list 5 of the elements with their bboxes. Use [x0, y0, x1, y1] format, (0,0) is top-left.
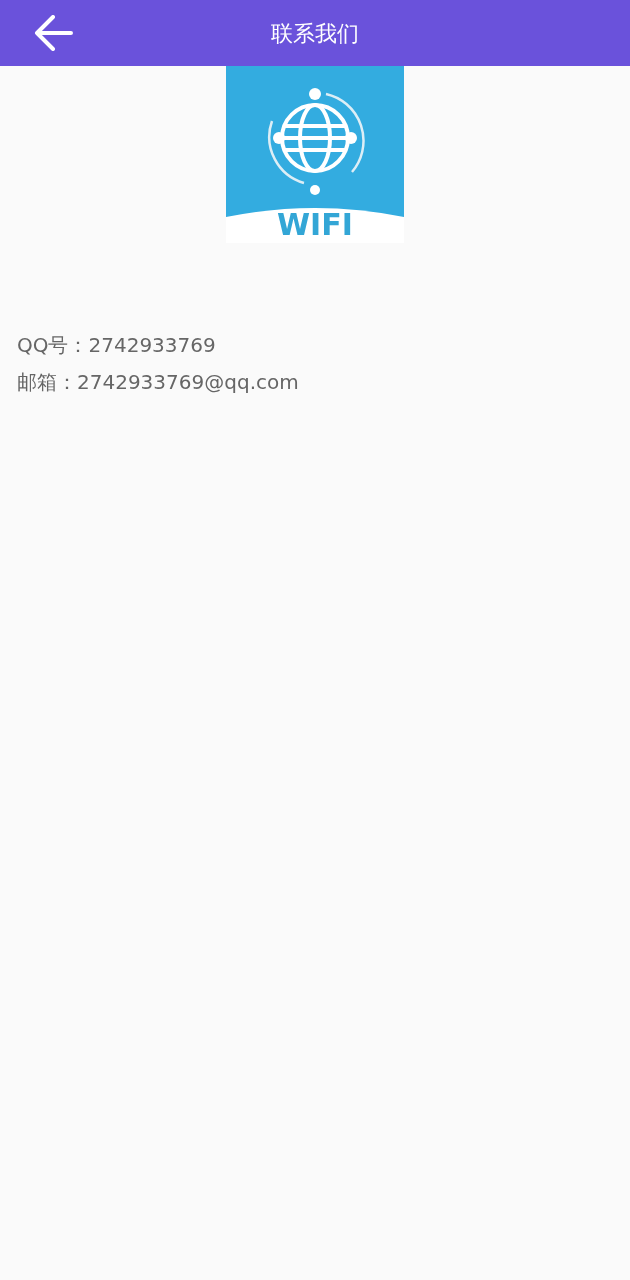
contact-info-text: 邮箱：2742933769@qq.com: [17, 369, 300, 396]
contact-info-text: QQ号：2742933769: [17, 332, 217, 359]
logo-text: WIFI: [277, 210, 353, 240]
page-title: 联系我们: [271, 19, 359, 48]
back-arrow-icon: [33, 15, 73, 51]
